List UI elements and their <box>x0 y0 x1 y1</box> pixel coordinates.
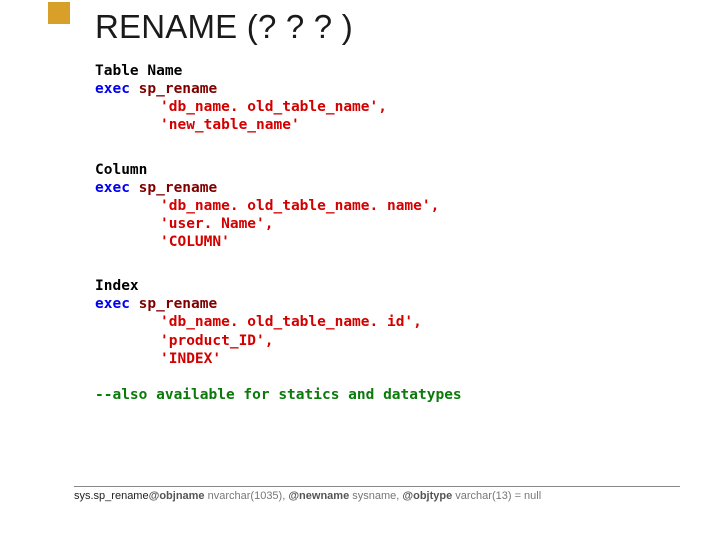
exec-keyword: exec <box>95 81 130 97</box>
arg-line: 'new_table_name' <box>160 116 680 134</box>
footer-type1: nvarchar(1035), <box>205 490 289 502</box>
footer-fn: sys.sp_rename <box>74 490 149 502</box>
sp-name: sp_rename <box>139 81 218 97</box>
arg-line: 'product_ID', <box>160 332 680 350</box>
arg-line: 'db_name. old_table_name. id', <box>160 313 680 331</box>
sql-comment: --also available for statics and datatyp… <box>95 386 680 404</box>
sp-name: sp_rename <box>139 180 218 196</box>
footer-var2: @newname <box>288 490 349 502</box>
args-index: 'db_name. old_table_name. id', 'product_… <box>95 313 680 367</box>
section-label-table: Table Name <box>95 62 680 80</box>
accent-square <box>48 2 70 24</box>
arg-line: 'db_name. old_table_name. name', <box>160 197 680 215</box>
footer-var1: @objname <box>149 490 205 502</box>
footer-type2: sysname, <box>349 490 402 502</box>
exec-line-table: exec sp_rename <box>95 80 680 98</box>
section-label-index: Index <box>95 277 680 295</box>
section-label-column: Column <box>95 161 680 179</box>
exec-line-column: exec sp_rename <box>95 179 680 197</box>
exec-line-index: exec sp_rename <box>95 295 680 313</box>
code-content: Table Name exec sp_rename 'db_name. old_… <box>95 62 680 404</box>
arg-line: 'user. Name', <box>160 215 680 233</box>
arg-line: 'INDEX' <box>160 350 680 368</box>
footer-var3: @objtype <box>402 490 452 502</box>
arg-line: 'db_name. old_table_name', <box>160 98 680 116</box>
exec-keyword: exec <box>95 180 130 196</box>
arg-line: 'COLUMN' <box>160 233 680 251</box>
args-table: 'db_name. old_table_name', 'new_table_na… <box>95 98 680 134</box>
sp-name: sp_rename <box>139 296 218 312</box>
args-column: 'db_name. old_table_name. name', 'user. … <box>95 197 680 251</box>
footer-signature: sys.sp_rename@objname nvarchar(1035), @n… <box>74 486 680 502</box>
exec-keyword: exec <box>95 296 130 312</box>
page-title: RENAME (? ? ? ) <box>95 8 353 46</box>
footer-type3: varchar(13) = null <box>452 490 541 502</box>
